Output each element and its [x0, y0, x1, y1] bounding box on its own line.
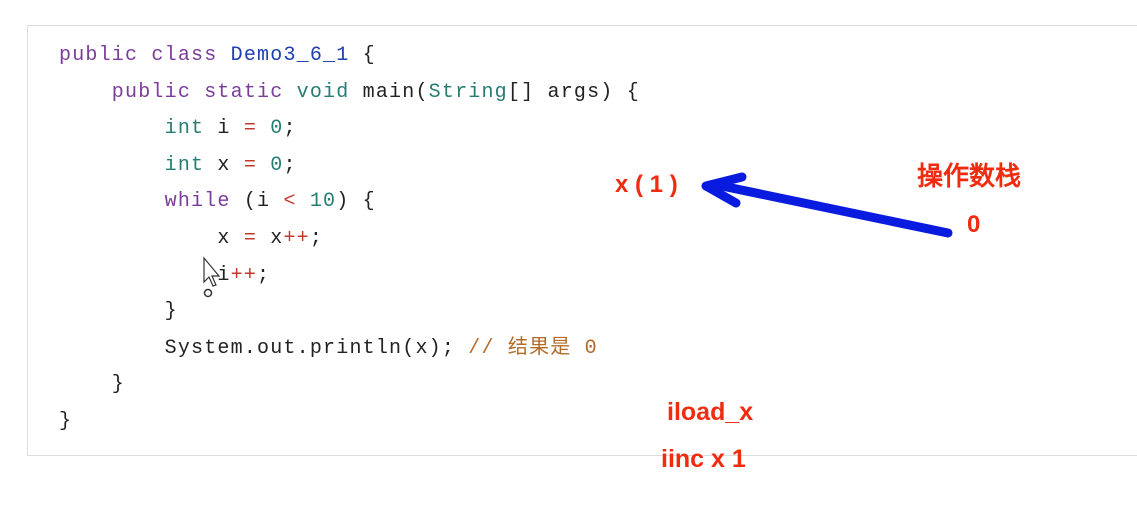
arrow-shaft [717, 181, 953, 238]
annotation-arrow [203, 172, 953, 298]
instruction-iinc: iinc x 1 [661, 445, 746, 473]
instruction-iload: iload_x [667, 398, 754, 426]
variable-x-label: x ( 1 ) [615, 171, 678, 198]
operand-stack-value: 0 [967, 211, 981, 238]
mouse-cursor-icon [203, 256, 221, 298]
operand-stack-title: 操作数栈 [917, 161, 1022, 191]
